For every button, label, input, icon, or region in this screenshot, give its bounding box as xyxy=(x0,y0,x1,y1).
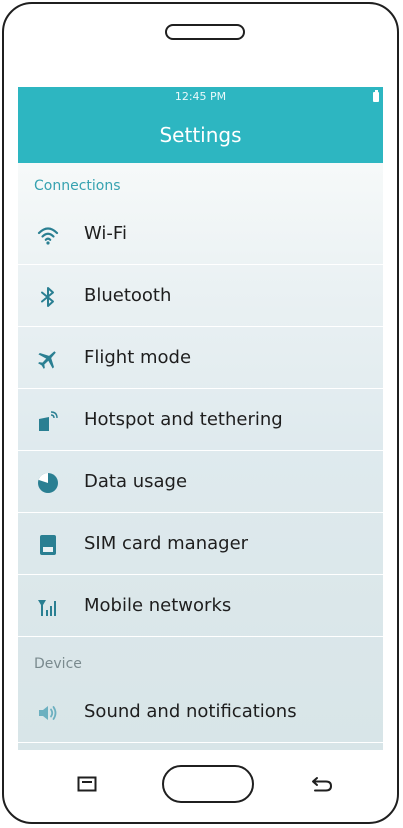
section-header-connections: Connections xyxy=(34,178,121,194)
screen: 12:45 PM Settings Connections Wi-Fi Blue… xyxy=(18,87,383,750)
home-button[interactable] xyxy=(162,765,254,803)
section-header-device: Device xyxy=(34,656,82,672)
recent-apps-icon[interactable] xyxy=(77,776,97,792)
data-usage-icon xyxy=(37,472,59,494)
settings-item-mobile-networks[interactable]: Mobile networks xyxy=(18,577,383,637)
wifi-icon xyxy=(37,224,59,246)
battery-icon xyxy=(373,90,379,102)
page-title: Settings xyxy=(159,123,242,147)
airplane-icon xyxy=(37,348,59,370)
settings-item-label: Bluetooth xyxy=(84,285,172,306)
settings-item-hotspot[interactable]: Hotspot and tethering xyxy=(18,391,383,451)
settings-item-label: Hotspot and tethering xyxy=(84,409,283,430)
settings-item-wifi[interactable]: Wi-Fi xyxy=(18,205,383,265)
settings-item-label: Data usage xyxy=(84,471,188,492)
settings-item-bluetooth[interactable]: Bluetooth xyxy=(18,267,383,327)
bluetooth-icon xyxy=(37,286,59,308)
settings-item-label: Flight mode xyxy=(84,347,192,368)
settings-item-label: Wi-Fi xyxy=(84,223,127,244)
app-header: 12:45 PM Settings xyxy=(18,87,383,163)
settings-item-label: Mobile networks xyxy=(84,595,232,616)
settings-item-label: Sound and notifications xyxy=(84,701,297,722)
navigation-bar xyxy=(4,750,396,820)
phone-speaker xyxy=(165,24,245,40)
settings-item-data-usage[interactable]: Data usage xyxy=(18,453,383,513)
settings-item-flight-mode[interactable]: Flight mode xyxy=(18,329,383,389)
settings-item-label: SIM card manager xyxy=(84,533,249,554)
status-time: 12:45 PM xyxy=(174,90,227,103)
sim-card-icon xyxy=(37,534,59,556)
settings-item-sim-card-manager[interactable]: SIM card manager xyxy=(18,515,383,575)
hotspot-icon xyxy=(37,410,59,432)
speaker-icon xyxy=(37,702,59,724)
signal-icon xyxy=(37,596,59,618)
settings-item-sound-notifications[interactable]: Sound and notifications xyxy=(18,683,383,743)
back-arrow-icon[interactable] xyxy=(311,774,333,794)
